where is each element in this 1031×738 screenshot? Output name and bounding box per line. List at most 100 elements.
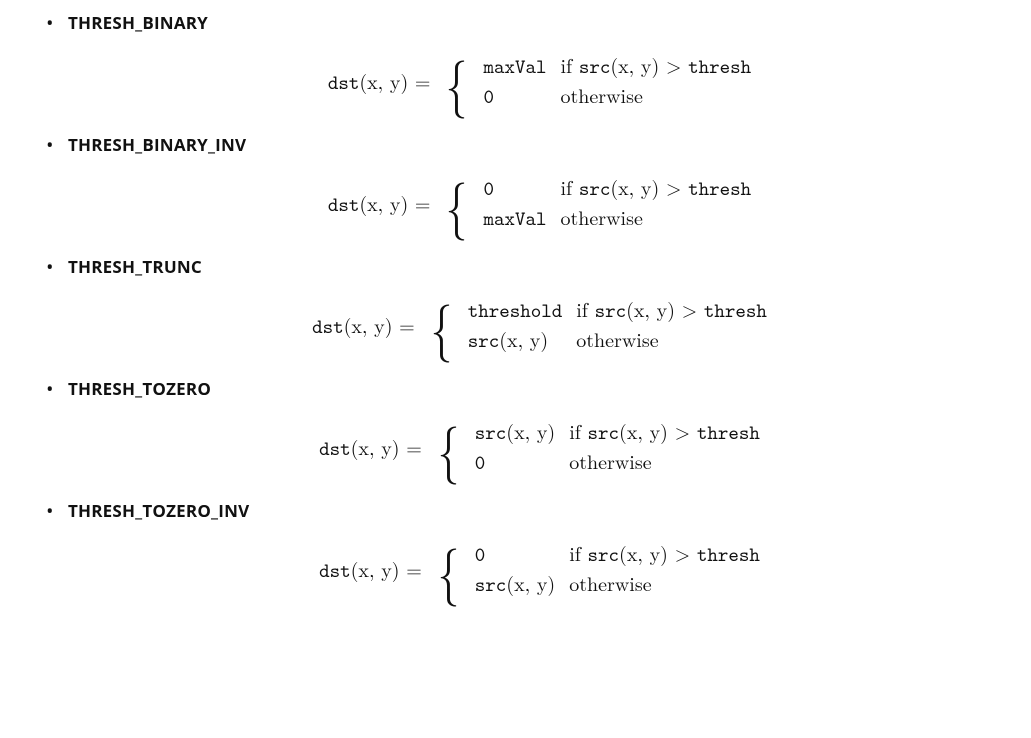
equals-sign: = bbox=[408, 188, 430, 217]
otherwise-text: otherwise bbox=[569, 446, 651, 475]
item-title: THRESH_TRUNC bbox=[68, 256, 1011, 278]
gt-sign: > bbox=[659, 172, 688, 201]
src-text: src bbox=[579, 176, 611, 202]
item-title: THRESH_BINARY bbox=[68, 12, 1011, 34]
equation: dst(x, y) = { src(x, y) if src(x, y) > t… bbox=[319, 418, 760, 478]
equals-sign: = bbox=[400, 554, 422, 583]
zero-text: 0 bbox=[475, 450, 486, 476]
equation-lhs: dst(x, y) = bbox=[312, 312, 415, 340]
case-value: 0 bbox=[484, 82, 561, 112]
gt-sign: > bbox=[668, 416, 697, 445]
case-condition: if src(x, y) > thresh bbox=[561, 174, 752, 204]
src-text: src bbox=[475, 572, 507, 598]
list-item: THRESH_TOZERO_INV dst(x, y) = { 0 if src… bbox=[40, 500, 1011, 600]
dst-text: dst bbox=[328, 192, 360, 218]
case-value: 0 bbox=[484, 174, 561, 204]
equation: dst(x, y) = { 0 if src(x, y) > thresh ma… bbox=[328, 174, 751, 234]
equation-lhs: dst(x, y) = bbox=[319, 434, 422, 462]
item-title: THRESH_BINARY_INV bbox=[68, 134, 1011, 156]
maxVal-text: maxVal bbox=[484, 54, 547, 80]
thresh-text: thresh bbox=[697, 542, 760, 568]
case-value: maxVal bbox=[484, 204, 561, 234]
case-value: src(x, y) bbox=[475, 418, 569, 448]
equation-block: dst(x, y) = { threshold if src(x, y) > t… bbox=[68, 296, 1011, 356]
thresh-text: thresh bbox=[688, 54, 751, 80]
zero-text: 0 bbox=[484, 84, 495, 110]
case-value: maxVal bbox=[484, 52, 561, 82]
case-value: src(x, y) bbox=[468, 326, 577, 356]
src-text: src bbox=[595, 298, 627, 324]
case-condition: if src(x, y) > thresh bbox=[569, 540, 760, 570]
case-condition: otherwise bbox=[561, 82, 752, 112]
equation: dst(x, y) = { threshold if src(x, y) > t… bbox=[312, 296, 767, 356]
equation: dst(x, y) = { 0 if src(x, y) > thresh sr… bbox=[319, 540, 760, 600]
list-item: THRESH_BINARY_INV dst(x, y) = { 0 if src… bbox=[40, 134, 1011, 234]
otherwise-text: otherwise bbox=[561, 202, 643, 231]
gt-sign: > bbox=[668, 538, 697, 567]
case-condition: otherwise bbox=[569, 570, 760, 600]
equation: dst(x, y) = { maxVal if src(x, y) > thre… bbox=[328, 52, 751, 112]
case-value: threshold bbox=[468, 296, 577, 326]
if-text: if bbox=[569, 416, 587, 445]
otherwise-text: otherwise bbox=[576, 324, 658, 353]
src-args: (x, y) bbox=[610, 172, 659, 201]
equals-sign: = bbox=[393, 310, 415, 339]
case-condition: otherwise bbox=[561, 204, 752, 234]
otherwise-text: otherwise bbox=[561, 80, 643, 109]
list-item: THRESH_TOZERO dst(x, y) = { src(x, y) if… bbox=[40, 378, 1011, 478]
src-args: (x, y) bbox=[610, 50, 659, 79]
thresh-text: thresh bbox=[697, 420, 760, 446]
left-brace-icon: { bbox=[445, 51, 470, 109]
case-condition: if src(x, y) > thresh bbox=[561, 52, 752, 82]
dst-args: (x, y) bbox=[351, 554, 400, 583]
src-args: (x, y) bbox=[619, 538, 668, 567]
otherwise-text: otherwise bbox=[569, 568, 651, 597]
dst-text: dst bbox=[319, 558, 351, 584]
threshold-text: threshold bbox=[468, 298, 563, 324]
if-text: if bbox=[576, 294, 594, 323]
dst-args: (x, y) bbox=[359, 66, 408, 95]
left-brace-icon: { bbox=[429, 295, 454, 353]
equals-sign: = bbox=[408, 66, 430, 95]
dst-text: dst bbox=[319, 436, 351, 462]
dst-args: (x, y) bbox=[359, 188, 408, 217]
if-text: if bbox=[561, 50, 579, 79]
cases-table: 0 if src(x, y) > thresh src(x, y) otherw… bbox=[475, 540, 760, 600]
gt-sign: > bbox=[675, 294, 704, 323]
case-condition: if src(x, y) > thresh bbox=[569, 418, 760, 448]
equation-block: dst(x, y) = { maxVal if src(x, y) > thre… bbox=[68, 52, 1011, 112]
left-brace-icon: { bbox=[436, 417, 461, 475]
case-value: src(x, y) bbox=[475, 570, 569, 600]
zero-text: 0 bbox=[475, 542, 486, 568]
src-text: src bbox=[475, 420, 507, 446]
dst-text: dst bbox=[328, 70, 360, 96]
zero-text: 0 bbox=[484, 176, 495, 202]
item-title: THRESH_TOZERO_INV bbox=[68, 500, 1011, 522]
src-args: (x, y) bbox=[506, 416, 555, 445]
left-brace-icon: { bbox=[445, 173, 470, 231]
if-text: if bbox=[569, 538, 587, 567]
case-condition: otherwise bbox=[576, 326, 767, 356]
src-args: (x, y) bbox=[499, 324, 548, 353]
if-text: if bbox=[561, 172, 579, 201]
src-text: src bbox=[579, 54, 611, 80]
src-args: (x, y) bbox=[626, 294, 675, 323]
src-args: (x, y) bbox=[506, 568, 555, 597]
case-value: 0 bbox=[475, 540, 569, 570]
equation-block: dst(x, y) = { 0 if src(x, y) > thresh ma… bbox=[68, 174, 1011, 234]
left-brace-icon: { bbox=[436, 539, 461, 597]
cases-table: threshold if src(x, y) > thresh src(x, y… bbox=[468, 296, 767, 356]
equation-lhs: dst(x, y) = bbox=[319, 556, 422, 584]
case-condition: otherwise bbox=[569, 448, 760, 478]
case-value: 0 bbox=[475, 448, 569, 478]
equals-sign: = bbox=[400, 432, 422, 461]
cases-table: 0 if src(x, y) > thresh maxVal otherwise bbox=[484, 174, 752, 234]
threshold-type-list: THRESH_BINARY dst(x, y) = { maxVal if sr… bbox=[40, 12, 1011, 600]
thresh-text: thresh bbox=[704, 298, 767, 324]
gt-sign: > bbox=[659, 50, 688, 79]
cases-table: src(x, y) if src(x, y) > thresh 0 otherw… bbox=[475, 418, 760, 478]
maxVal-text: maxVal bbox=[484, 206, 547, 232]
item-title: THRESH_TOZERO bbox=[68, 378, 1011, 400]
src-args: (x, y) bbox=[619, 416, 668, 445]
equation-block: dst(x, y) = { 0 if src(x, y) > thresh sr… bbox=[68, 540, 1011, 600]
